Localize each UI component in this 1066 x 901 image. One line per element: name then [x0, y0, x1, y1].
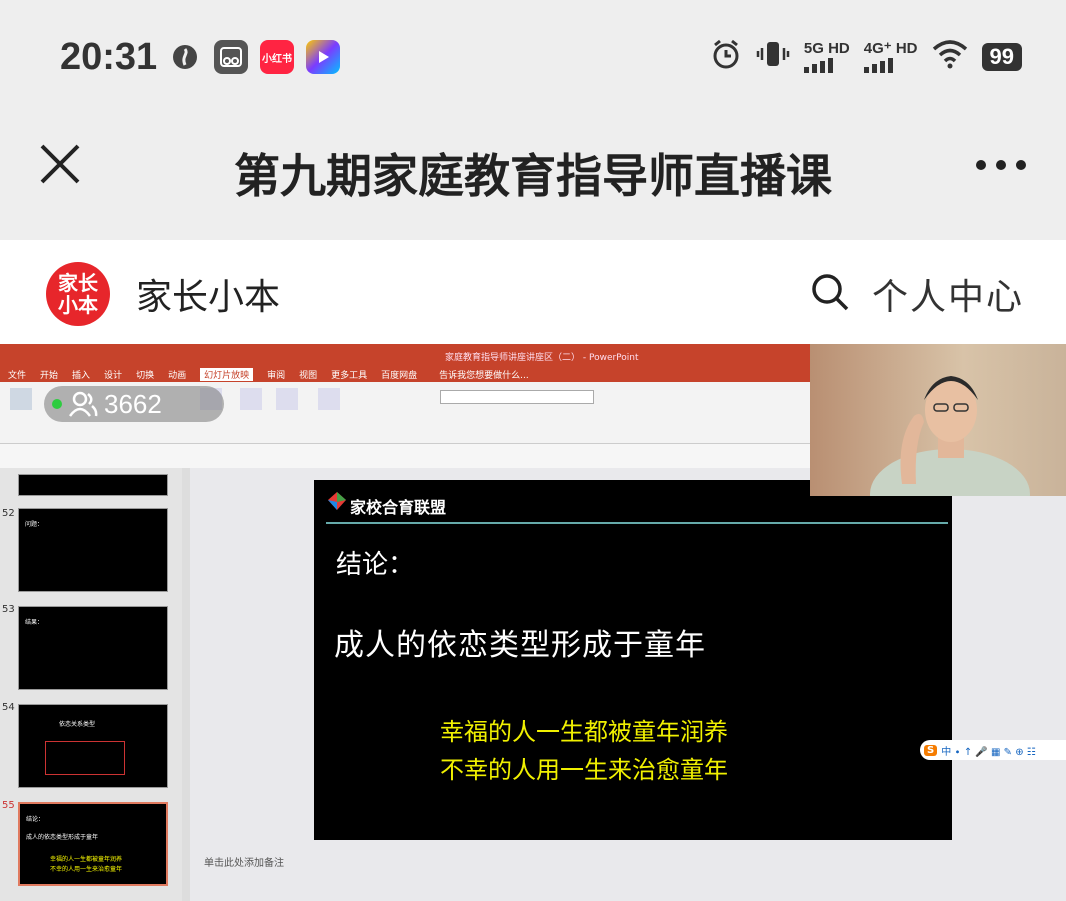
more-dot-icon [996, 160, 1006, 170]
sogou-toolbar-text: 中 ∙ ↑ 🎤 ▦ ✎ ⊕ ☷ [941, 746, 1036, 758]
slide-divider [326, 522, 948, 524]
status-bar: 20:31 小红书 5G HD 4G⁺ HD 99 [0, 0, 1066, 118]
monitor-select [440, 390, 594, 404]
webcam-feed [810, 344, 1066, 539]
slide-heading: 结论： [336, 550, 415, 580]
ppt-tabs: 文件 开始 插入 设计 切换 动画 幻灯片放映 审阅 视图 更多工具 百度网盘 … [8, 368, 529, 381]
ppt-tab: 更多工具 [331, 371, 368, 381]
live-dot-icon [52, 399, 62, 409]
slide-thumbnail [18, 474, 168, 496]
ppt-quick-access [0, 444, 810, 468]
flame-app-icon [168, 40, 202, 74]
scissors-app-icon [214, 40, 248, 74]
slide-logo-text: 家校合育联盟 [350, 498, 447, 517]
notes-placeholder: 单击此处添加备注 [204, 858, 284, 869]
signal-bars-icon [803, 57, 833, 73]
brand-name[interactable]: 家长小本 [136, 268, 280, 320]
slide-thumbnail-active: 结论： 成人的依恋类型形成于童年 幸福的人一生都被童年润养 不幸的人用一生来治愈… [18, 802, 168, 886]
personal-center-link[interactable]: 个人中心 [872, 268, 1024, 320]
ribbon-icon [318, 388, 340, 410]
presentation-slide: 家校合育联盟 结论： 成人的依恋类型形成于童年 幸福的人一生都被童年润养 不幸的… [314, 480, 952, 840]
network-4g: 4G⁺ HD [863, 40, 918, 73]
status-right: 5G HD 4G⁺ HD 99 [710, 38, 1022, 75]
slide-thumbnail: 依恋关系类型 [18, 704, 168, 788]
slide-main-text: 成人的依恋类型形成于童年 [334, 628, 706, 663]
alliance-logo-icon [328, 492, 346, 510]
ppt-search: 告诉我您想要做什么... [439, 371, 529, 381]
ppt-tab: 切换 [136, 371, 155, 381]
ppt-window-title: 家庭教育指导师讲座讲座区（二） - PowerPoint [445, 353, 639, 363]
more-dot-icon [1016, 160, 1026, 170]
battery-indicator: 99 [981, 42, 1022, 71]
xiaohongshu-app-icon: 小红书 [260, 40, 294, 74]
live-video-player[interactable]: 家庭教育指导师讲座讲座区（二） - PowerPoint 文件 开始 插入 设计… [0, 344, 1066, 901]
slide-number: 54 [2, 702, 15, 713]
status-time: 20:31 [60, 36, 158, 78]
ribbon-icon [240, 388, 262, 410]
slide-line-2: 不幸的人用一生来治愈童年 [440, 756, 728, 784]
ppt-tab: 插入 [72, 371, 91, 381]
slide-number: 55 [2, 800, 15, 811]
slide-line-1: 幸福的人一生都被童年润养 [440, 718, 728, 746]
slide-thumbnail: 结果： [18, 606, 168, 690]
thumbnail-scrollbar [182, 468, 190, 901]
ppt-tab: 动画 [168, 371, 187, 381]
network-5g: 5G HD [803, 40, 850, 73]
sogou-input-toolbar: S 中 ∙ ↑ 🎤 ▦ ✎ ⊕ ☷ [920, 740, 1066, 760]
more-options-button[interactable] [976, 160, 1026, 170]
slide-thumbnails: 52 问题： 53 结果： 54 依恋关系类型 55 结论： 成人的依恋类型形成… [0, 468, 190, 901]
presenter-avatar [870, 376, 1030, 539]
more-dot-icon [976, 160, 986, 170]
ppt-tab: 设计 [104, 371, 123, 381]
ppt-ribbon-tabs: 家庭教育指导师讲座讲座区（二） - PowerPoint 文件 开始 插入 设计… [0, 344, 810, 382]
ppt-tab: 百度网盘 [381, 371, 418, 381]
slide-thumbnail: 问题： [18, 508, 168, 592]
sogou-logo-icon: S [924, 744, 938, 756]
slideshow-icon [10, 388, 32, 410]
viewers-icon [68, 391, 98, 417]
slide-number: 52 [2, 508, 15, 519]
viewer-count-badge: 3662 [44, 386, 224, 422]
viewer-count: 3662 [104, 388, 162, 419]
ppt-tab-active: 幻灯片放映 [200, 368, 254, 381]
notification-icons: 小红书 [168, 40, 340, 74]
ppt-tab: 开始 [40, 371, 59, 381]
ppt-tab: 审阅 [267, 371, 286, 381]
search-icon [812, 274, 849, 311]
ribbon-icon [276, 388, 298, 410]
brand-logo[interactable]: 家长 小本 [46, 262, 110, 326]
signal-bars-icon [863, 57, 893, 73]
alarm-icon [710, 38, 742, 75]
wifi-icon [932, 39, 968, 74]
slide-number: 53 [2, 604, 15, 615]
ppt-tab: 文件 [8, 371, 27, 381]
page-title: 第九期家庭教育指导师直播课 [234, 149, 832, 203]
ppt-tab: 视图 [299, 371, 318, 381]
vibrate-icon [756, 38, 790, 75]
video-app-icon [306, 40, 340, 74]
search-button[interactable] [810, 272, 850, 316]
